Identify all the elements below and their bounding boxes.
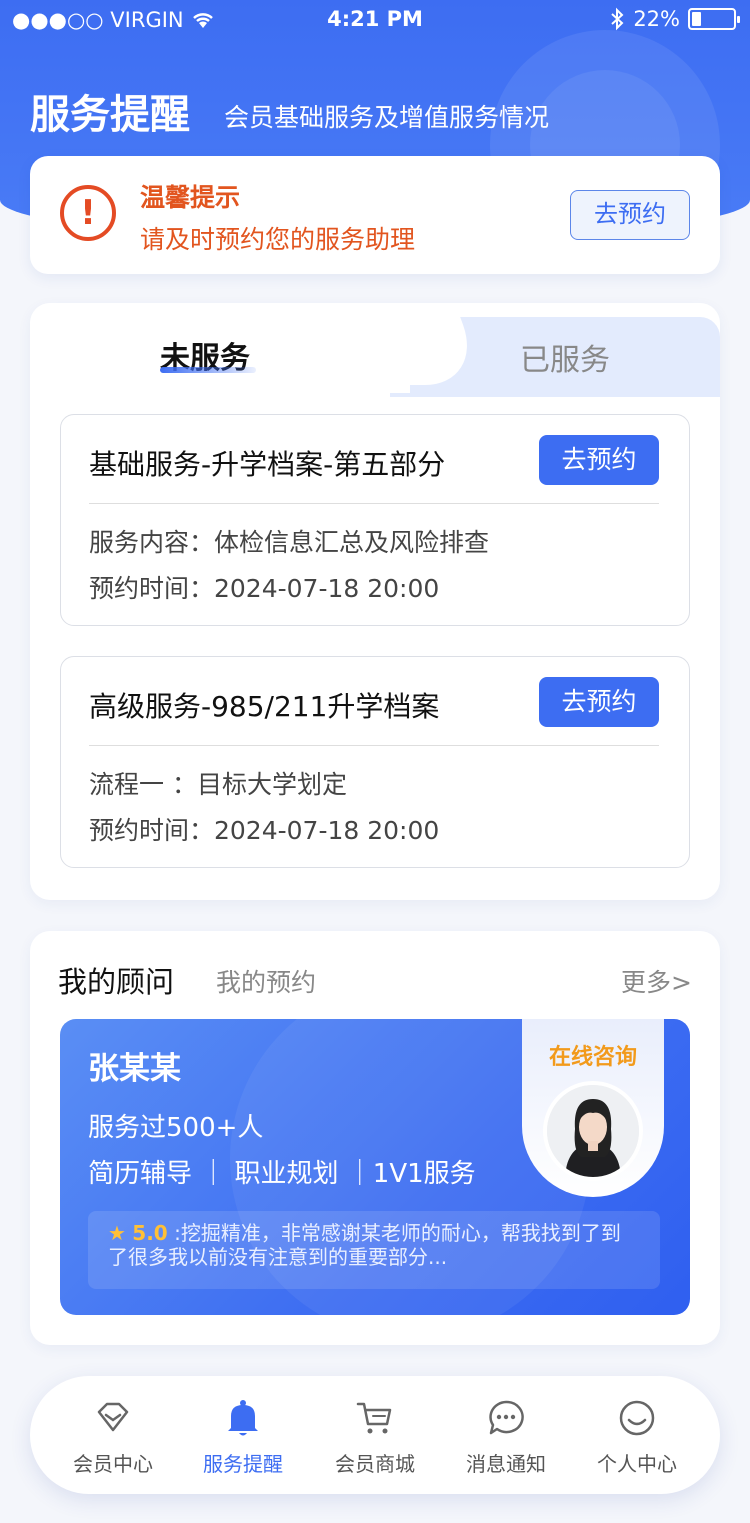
tab-service-reminder[interactable]: 服务提醒	[178, 1376, 308, 1494]
advisor-review: ★ 5.0 :挖掘精准，非常感谢某老师的耐心，帮我找到了到了很多我以前没有注意到…	[88, 1211, 660, 1289]
advisor-card: 我的顾问 我的预约 更多> 张某某 服务过500+人 简历辅导 ｜ 职业规划 ｜…	[30, 931, 720, 1345]
service-book-button[interactable]: 去预约	[539, 435, 659, 485]
chat-icon	[489, 1400, 524, 1435]
service-item: 基础服务-升学档案-第五部分 去预约 服务内容：体检信息汇总及风险排查 预约时间…	[60, 414, 690, 626]
service-content: 流程一 ：目标大学划定	[89, 770, 347, 799]
battery-percent: 22%	[633, 7, 680, 31]
service-content: 服务内容：体检信息汇总及风险排查	[89, 528, 490, 557]
advisor-tags: 简历辅导 ｜ 职业规划 ｜1V1服务	[88, 1159, 476, 1189]
online-consult-badge[interactable]: 在线咨询	[522, 1019, 664, 1197]
service-title: 基础服务-升学档案-第五部分	[89, 448, 446, 481]
advisor-profile[interactable]: 张某某 服务过500+人 简历辅导 ｜ 职业规划 ｜1V1服务 ★ 5.0 :挖…	[60, 1019, 690, 1315]
service-time: 预约时间：2024-07-18 20:00	[89, 574, 440, 603]
divider	[89, 745, 659, 746]
advisor-served-count: 服务过500+人	[88, 1113, 264, 1143]
person-portrait-icon	[547, 1085, 639, 1177]
notice-message: 请及时预约您的服务助理	[140, 225, 416, 254]
status-bar: ●●●○○ VIRGIN 4:21 PM 22%	[0, 0, 750, 40]
tab-my-advisor[interactable]: 我的顾问	[58, 959, 174, 1001]
notice-book-button[interactable]: 去预约	[570, 190, 690, 240]
online-consult-label: 在线咨询	[548, 1045, 637, 1070]
service-time: 预约时间：2024-07-18 20:00	[89, 816, 440, 845]
tab-my-appointments[interactable]: 我的预约	[216, 963, 316, 999]
tab-label: 消息通知	[466, 1452, 546, 1476]
rating-score: 5.0	[132, 1221, 168, 1245]
tab-served[interactable]: 已服务	[520, 335, 610, 379]
service-item: 高级服务-985/211升学档案 去预约 流程一 ：目标大学划定 预约时间：20…	[60, 656, 690, 868]
bluetooth-icon	[611, 7, 624, 31]
service-book-button[interactable]: 去预约	[539, 677, 659, 727]
page-title: 服务提醒	[30, 92, 190, 138]
advisor-name: 张某某	[88, 1051, 181, 1087]
tab-member-mall[interactable]: 会员商城	[310, 1376, 440, 1494]
page-subtitle: 会员基础服务及增值服务情况	[224, 103, 550, 132]
bottom-tab-bar: 会员中心 服务提醒 会员商城 消息通知 个人中心	[30, 1376, 720, 1494]
smile-icon	[619, 1400, 655, 1436]
battery-icon	[688, 8, 740, 30]
exclamation-icon: !	[60, 185, 116, 241]
tab-label: 会员中心	[73, 1452, 153, 1476]
notice-title: 温馨提示	[140, 183, 241, 212]
star-icon: ★	[108, 1221, 126, 1245]
tab-label: 会员商城	[335, 1452, 415, 1476]
diamond-icon	[97, 1402, 129, 1432]
cart-icon	[356, 1402, 392, 1434]
tab-label: 服务提醒	[203, 1452, 283, 1476]
tab-member-center[interactable]: 会员中心	[48, 1376, 178, 1494]
advisor-avatar	[543, 1081, 643, 1181]
tab-label: 个人中心	[597, 1452, 677, 1476]
battery-level	[692, 12, 701, 26]
tab-message-notice[interactable]: 消息通知	[441, 1376, 571, 1494]
divider	[89, 503, 659, 504]
tab-active-indicator	[160, 367, 256, 373]
bell-icon	[228, 1400, 258, 1436]
service-title: 高级服务-985/211升学档案	[89, 690, 440, 723]
notice-card: ! 温馨提示 请及时预约您的服务助理 去预约	[30, 156, 720, 274]
tab-personal-center[interactable]: 个人中心	[572, 1376, 702, 1494]
more-link[interactable]: 更多>	[621, 963, 692, 999]
review-text: :挖掘精准，非常感谢某老师的耐心，帮我找到了到了很多我以前没有注意到的重要部分.…	[108, 1221, 621, 1269]
service-card: 未服务 已服务 基础服务-升学档案-第五部分 去预约 服务内容：体检信息汇总及风…	[30, 303, 720, 900]
